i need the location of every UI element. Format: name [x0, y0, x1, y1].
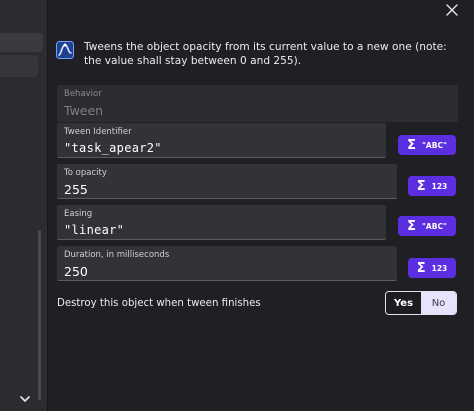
field-label: Behavior: [64, 89, 102, 99]
chevron-down-icon[interactable]: [18, 390, 32, 402]
sigma-icon: Σ: [407, 218, 417, 234]
to-opacity-field[interactable]: To opacity 255: [57, 164, 397, 199]
left-sidebar: [0, 0, 47, 411]
tween-opacity-dialog: Tweens the object opacity from its curre…: [0, 0, 474, 411]
pane-divider: [47, 0, 48, 411]
destroy-toggle-label: Destroy this object when tween finishes: [57, 298, 261, 309]
sidebar-item[interactable]: [0, 33, 43, 52]
expression-type-label: "ABC": [422, 221, 447, 231]
destroy-toggle[interactable]: Yes No: [385, 291, 457, 315]
string-expression-button[interactable]: Σ "ABC": [398, 216, 456, 236]
field-value[interactable]: 250: [64, 264, 88, 279]
close-button[interactable]: [440, 0, 464, 20]
sidebar-item[interactable]: [0, 55, 38, 77]
no-option[interactable]: No: [421, 292, 456, 314]
expression-type-label: "ABC": [422, 140, 447, 150]
sigma-icon: Σ: [416, 260, 426, 276]
duration-field[interactable]: Duration, in milliseconds 250: [57, 246, 397, 281]
tween-identifier-field[interactable]: Tween Identifier "task_apear2": [57, 123, 386, 158]
instruction-description: Tweens the object opacity from its curre…: [84, 41, 447, 67]
sigma-icon: Σ: [407, 137, 417, 153]
yes-option[interactable]: Yes: [386, 292, 421, 314]
field-label: Duration, in milliseconds: [64, 250, 170, 260]
field-value[interactable]: 255: [64, 182, 88, 197]
field-label: Easing: [64, 209, 93, 219]
easing-field[interactable]: Easing "linear": [57, 205, 386, 240]
field-label: Tween Identifier: [64, 127, 132, 137]
number-expression-button[interactable]: Σ 123: [408, 258, 456, 278]
field-value[interactable]: "linear": [64, 223, 124, 237]
close-icon: [440, 4, 464, 24]
tween-opacity-icon: [56, 41, 74, 59]
behavior-field: Behavior Tween: [57, 85, 458, 122]
number-expression-button[interactable]: Σ 123: [408, 176, 456, 196]
string-expression-button[interactable]: Σ "ABC": [398, 135, 456, 155]
sidebar-scrollbar[interactable]: [38, 230, 41, 400]
sigma-icon: Σ: [416, 178, 426, 194]
field-value[interactable]: "task_apear2": [64, 141, 162, 155]
expression-type-label: 123: [431, 181, 448, 191]
expression-type-label: 123: [431, 263, 448, 273]
field-label: To opacity: [64, 168, 107, 178]
field-value: Tween: [64, 103, 104, 118]
